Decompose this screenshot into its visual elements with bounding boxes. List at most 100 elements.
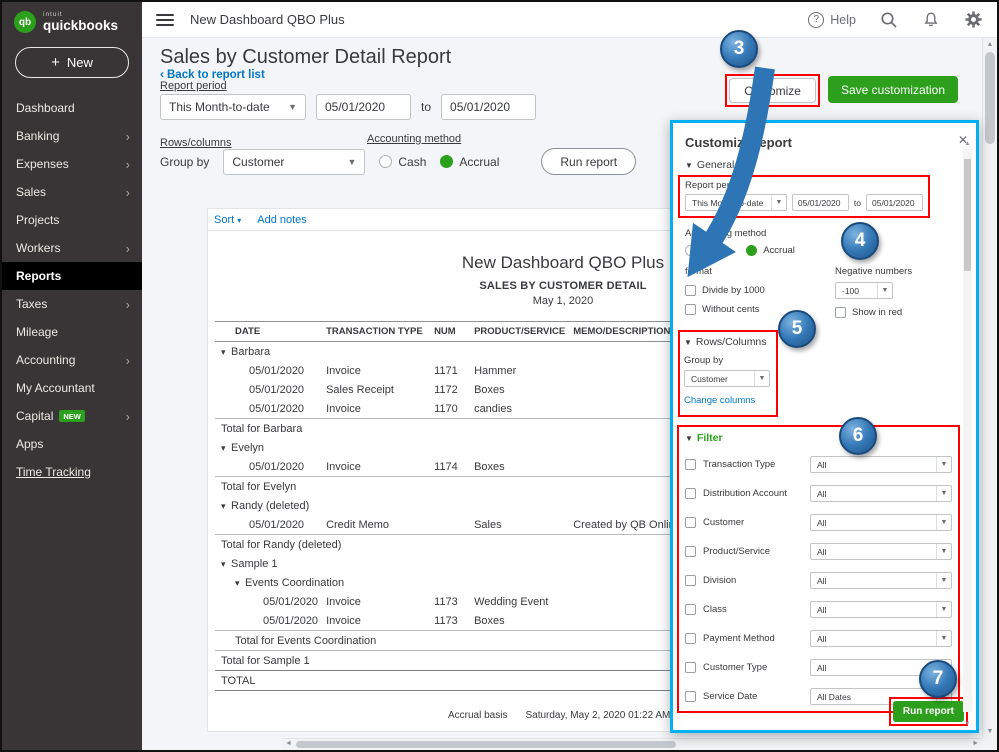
- filter-label: Division: [703, 575, 736, 586]
- sidebar-item-taxes[interactable]: Taxes›: [2, 290, 142, 318]
- help-button[interactable]: ? Help: [808, 12, 856, 28]
- filter-label: Distribution Account: [703, 488, 787, 499]
- sidebar-item-label: Accounting: [16, 353, 75, 367]
- panel-date-from-input[interactable]: [792, 194, 849, 211]
- panel-scroll-up-icon[interactable]: ▲: [962, 141, 973, 147]
- scroll-up-icon[interactable]: ▲: [983, 41, 997, 48]
- back-to-report-list-link[interactable]: ‹Back to report list: [160, 67, 265, 81]
- panel-scrollbar[interactable]: [963, 149, 972, 712]
- sidebar-item-workers[interactable]: Workers›: [2, 234, 142, 262]
- sidebar-item-time-tracking[interactable]: Time Tracking: [2, 458, 142, 486]
- transaction-type-checkbox[interactable]: [685, 459, 696, 470]
- sidebar-item-accounting[interactable]: Accounting ›: [2, 346, 142, 374]
- general-section-header[interactable]: ▼ General: [685, 159, 954, 171]
- vertical-scrollbar-thumb[interactable]: [985, 52, 995, 144]
- product-service-checkbox[interactable]: [685, 546, 696, 557]
- settings-gear-icon[interactable]: [964, 10, 983, 29]
- service-date-checkbox[interactable]: [685, 691, 696, 702]
- sidebar-item-apps[interactable]: Apps: [2, 430, 142, 458]
- notifications-bell-icon[interactable]: [922, 11, 940, 29]
- horizontal-scrollbar-thumb[interactable]: [296, 741, 676, 748]
- highlight-box-run-report: Run report: [889, 697, 968, 726]
- sidebar-item-my-accountant[interactable]: My Accountant: [2, 374, 142, 402]
- horizontal-scrollbar[interactable]: ◄ ►: [282, 738, 982, 750]
- accrual-radio[interactable]: [440, 155, 453, 168]
- chevron-right-icon: ›: [126, 186, 130, 199]
- class-filter-select[interactable]: All▼: [810, 601, 952, 618]
- sidebar-item-label: Dashboard: [16, 101, 75, 115]
- sidebar-item-label: Sales: [16, 185, 46, 199]
- negative-format-select[interactable]: -100 ▼: [835, 282, 893, 299]
- distribution-account-filter-select[interactable]: All▼: [810, 485, 952, 502]
- vertical-scrollbar[interactable]: ▲ ▼: [982, 38, 997, 738]
- new-button[interactable]: + New: [15, 47, 129, 78]
- sidebar-item-sales[interactable]: Sales ›: [2, 178, 142, 206]
- division-checkbox[interactable]: [685, 575, 696, 586]
- scroll-left-icon[interactable]: ◄: [285, 740, 292, 747]
- customer-checkbox[interactable]: [685, 517, 696, 528]
- run-report-button[interactable]: Run report: [541, 148, 636, 175]
- screenshot-root: qb intuit quickbooks + New DashboardBank…: [0, 0, 999, 752]
- show-in-red-checkbox[interactable]: [835, 307, 846, 318]
- date-to-input[interactable]: [441, 94, 536, 120]
- group-by-select[interactable]: Customer ▼: [223, 149, 365, 175]
- payment-method-filter-select[interactable]: All▼: [810, 630, 952, 647]
- chevron-right-icon: ›: [126, 354, 130, 367]
- customize-button[interactable]: Customize: [729, 78, 816, 103]
- add-notes-link[interactable]: Add notes: [257, 214, 307, 226]
- cash-radio[interactable]: [379, 155, 392, 168]
- sidebar-item-banking[interactable]: Banking›: [2, 122, 142, 150]
- quickbooks-brand-label: quickbooks: [43, 19, 118, 33]
- filter-row-customer: Customer All▼: [685, 514, 952, 531]
- filter-value: All: [817, 663, 826, 673]
- panel-cash-radio[interactable]: [685, 245, 696, 256]
- sidebar-item-reports[interactable]: Reports: [2, 262, 142, 290]
- filter-label: Payment Method: [703, 633, 775, 644]
- collapse-caret-icon: ▾: [221, 501, 228, 511]
- highlight-box-customize: Customize: [725, 74, 820, 107]
- hamburger-menu-icon[interactable]: [156, 14, 174, 26]
- sidebar-item-mileage[interactable]: Mileage: [2, 318, 142, 346]
- sidebar-item-projects[interactable]: Projects: [2, 206, 142, 234]
- change-columns-link[interactable]: Change columns: [684, 395, 755, 406]
- panel-group-by-select[interactable]: Customer ▼: [684, 370, 770, 387]
- filter-label: Customer: [703, 517, 744, 528]
- scroll-right-icon[interactable]: ►: [972, 740, 979, 747]
- without-cents-checkbox[interactable]: [685, 304, 696, 315]
- date-from-input[interactable]: [316, 94, 411, 120]
- panel-run-report-button[interactable]: Run report: [893, 701, 964, 722]
- panel-scroll-down-icon[interactable]: ▼: [962, 721, 973, 727]
- customer-filter-select[interactable]: All▼: [810, 514, 952, 531]
- search-icon[interactable]: [880, 11, 898, 29]
- filter-row-division: Division All▼: [685, 572, 952, 589]
- filter-row-payment-method: Payment Method All▼: [685, 630, 952, 647]
- filter-label: Transaction Type: [703, 459, 775, 470]
- sidebar-item-expenses[interactable]: Expenses›: [2, 150, 142, 178]
- panel-report-period-select[interactable]: This Month-to-date ▼: [685, 194, 787, 211]
- filter-value: All: [817, 634, 826, 644]
- divide-by-1000-checkbox[interactable]: [685, 285, 696, 296]
- payment-method-checkbox[interactable]: [685, 633, 696, 644]
- filter-section-header[interactable]: ▼ Filter: [685, 432, 952, 444]
- save-customization-button[interactable]: Save customization: [828, 76, 958, 103]
- panel-scrollbar-thumb[interactable]: [964, 159, 971, 271]
- report-period-select[interactable]: This Month-to-date ▼: [160, 94, 306, 120]
- rows-columns-section-header[interactable]: ▼ Rows/Columns: [684, 336, 772, 348]
- report-period-label: Report period: [160, 80, 227, 92]
- scroll-down-icon[interactable]: ▼: [983, 728, 997, 735]
- filter-list: Transaction Type All▼ Distribution Account…: [685, 456, 952, 705]
- distribution-account-checkbox[interactable]: [685, 488, 696, 499]
- panel-date-to-input[interactable]: [866, 194, 923, 211]
- sidebar-item-dashboard[interactable]: Dashboard: [2, 94, 142, 122]
- division-filter-select[interactable]: All▼: [810, 572, 952, 589]
- panel-period-value: This Month-to-date: [692, 198, 763, 208]
- general-section-label: General: [697, 159, 734, 171]
- product-service-filter-select[interactable]: All▼: [810, 543, 952, 560]
- customer-type-checkbox[interactable]: [685, 662, 696, 673]
- chevron-right-icon: ›: [126, 410, 130, 423]
- sidebar-item-capital[interactable]: CapitalNEW›: [2, 402, 142, 430]
- sort-link[interactable]: Sort ▾: [214, 214, 241, 226]
- class-checkbox[interactable]: [685, 604, 696, 615]
- panel-accrual-radio[interactable]: [746, 245, 757, 256]
- transaction-type-filter-select[interactable]: All▼: [810, 456, 952, 473]
